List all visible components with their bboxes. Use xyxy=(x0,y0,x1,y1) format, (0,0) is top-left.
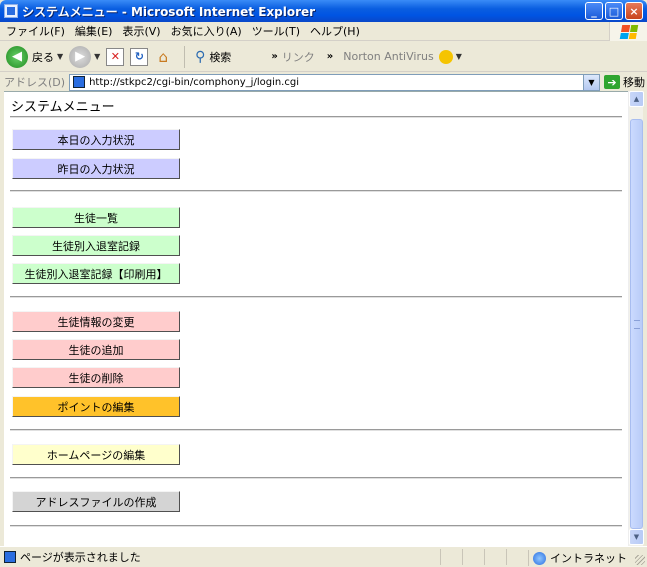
window-title: システムメニュー - Microsoft Internet Explorer xyxy=(22,4,316,19)
intranet-globe-icon xyxy=(533,551,546,565)
today-entry-button[interactable]: 本日の入力状況 xyxy=(12,129,180,150)
change-student-info-button[interactable]: 生徒情報の変更 xyxy=(12,311,180,332)
edit-homepage-button[interactable]: ホームページの編集 xyxy=(12,444,180,465)
address-input[interactable]: http://stkpc2/cgi-bin/comphony_j/login.c… xyxy=(69,73,600,91)
toolbar-more-button[interactable]: » xyxy=(271,51,277,62)
links-label[interactable]: リンク xyxy=(282,49,315,65)
stop-icon: ✕ xyxy=(106,47,125,66)
page-icon xyxy=(73,76,86,88)
delete-student-button[interactable]: 生徒の削除 xyxy=(12,367,180,388)
status-panel xyxy=(506,549,526,565)
address-label: アドレス(D) xyxy=(4,76,66,89)
student-list-button[interactable]: 生徒一覧 xyxy=(12,207,180,228)
page-title: システムメニュー xyxy=(11,100,115,115)
chevron-down-icon[interactable]: ▼ xyxy=(456,52,462,61)
address-url[interactable]: http://stkpc2/cgi-bin/comphony_j/login.c… xyxy=(89,77,299,88)
status-text: ページが表示されました xyxy=(20,551,141,564)
menu-help[interactable]: ヘルプ(H) xyxy=(310,23,360,39)
student-attendance-print-button[interactable]: 生徒別入退室記録【印刷用】 xyxy=(12,263,180,284)
toolbar: ◀ 戻る ▼ ▶ ▼ ✕ ↻ ⌂ ⚲ 検索 » リンク » Norton Ant… xyxy=(0,42,647,72)
menu-bar: ファイル(F) 編集(E) 表示(V) お気に入り(A) ツール(T) ヘルプ(… xyxy=(0,22,647,41)
security-zone[interactable]: イントラネット xyxy=(528,550,627,566)
add-student-button[interactable]: 生徒の追加 xyxy=(12,339,180,360)
window-controls: _ □ × xyxy=(585,2,643,20)
forward-arrow-icon: ▶ xyxy=(69,45,92,68)
menu-tools[interactable]: ツール(T) xyxy=(252,23,300,39)
divider xyxy=(10,429,622,431)
go-button[interactable]: ➔ 移動 xyxy=(604,74,645,90)
status-panel xyxy=(440,549,460,565)
menu-edit[interactable]: 編集(E) xyxy=(75,23,113,39)
status-panels xyxy=(440,549,526,565)
address-dropdown-chevron-down-icon[interactable]: ▼ xyxy=(583,74,599,90)
status-panel xyxy=(484,549,504,565)
search-icon: ⚲ xyxy=(195,48,206,65)
page-content: システムメニュー 本日の入力状況 昨日の入力状況 生徒一覧 生徒別入退室記録 生… xyxy=(4,91,628,546)
refresh-button[interactable]: ↻ xyxy=(130,47,149,66)
resize-grip-icon[interactable] xyxy=(635,555,645,565)
home-button[interactable]: ⌂ xyxy=(154,48,172,66)
page-icon xyxy=(4,551,16,563)
search-button[interactable]: ⚲ 検索 xyxy=(191,48,231,66)
forward-button[interactable]: ▶ ▼ xyxy=(69,45,100,68)
back-label: 戻る xyxy=(32,50,54,64)
scroll-up-icon[interactable]: ▲ xyxy=(629,91,644,107)
links-more-button[interactable]: » xyxy=(327,51,333,62)
refresh-icon: ↻ xyxy=(130,47,149,66)
status-bar: ページが表示されました イントラネット xyxy=(0,546,647,567)
norton-icon xyxy=(438,49,453,64)
chevron-down-icon[interactable]: ▼ xyxy=(57,52,63,61)
address-bar: アドレス(D) http://stkpc2/cgi-bin/comphony_j… xyxy=(0,73,647,91)
ie-app-icon[interactable] xyxy=(4,4,18,18)
close-button[interactable]: × xyxy=(625,2,643,20)
vertical-scrollbar[interactable]: ▲ ▼ xyxy=(628,91,644,546)
go-arrow-icon: ➔ xyxy=(604,75,620,89)
divider xyxy=(10,116,622,118)
yesterday-entry-button[interactable]: 昨日の入力状況 xyxy=(12,158,180,179)
stop-button[interactable]: ✕ xyxy=(106,47,125,66)
home-icon: ⌂ xyxy=(158,47,169,66)
create-address-file-button[interactable]: アドレスファイルの作成 xyxy=(12,491,180,512)
divider xyxy=(10,190,622,192)
minimize-button[interactable]: _ xyxy=(585,2,603,20)
divider xyxy=(10,525,622,527)
toolbar-separator xyxy=(184,45,186,68)
zone-label: イントラネット xyxy=(550,552,627,565)
windows-logo-icon xyxy=(609,22,647,41)
scrollbar-thumb[interactable] xyxy=(630,119,643,529)
status-panel xyxy=(462,549,482,565)
student-attendance-button[interactable]: 生徒別入退室記録 xyxy=(12,235,180,256)
edit-points-button[interactable]: ポイントの編集 xyxy=(12,396,180,417)
title-bar[interactable]: システムメニュー - Microsoft Internet Explorer _… xyxy=(0,0,647,22)
back-arrow-icon: ◀ xyxy=(6,45,28,68)
back-button[interactable]: ◀ 戻る ▼ xyxy=(6,45,63,68)
menu-file[interactable]: ファイル(F) xyxy=(6,23,65,39)
search-label: 検索 xyxy=(209,50,232,64)
maximize-button[interactable]: □ xyxy=(605,2,623,20)
menu-favorites[interactable]: お気に入り(A) xyxy=(171,23,242,39)
scroll-down-icon[interactable]: ▼ xyxy=(629,529,644,545)
norton-label: Norton AntiVirus xyxy=(343,50,434,63)
go-label: 移動 xyxy=(623,76,645,89)
norton-antivirus-button[interactable]: Norton AntiVirus ▼ xyxy=(343,49,462,64)
divider xyxy=(10,477,622,479)
menu-view[interactable]: 表示(V) xyxy=(122,23,160,39)
divider xyxy=(10,296,622,298)
chevron-down-icon[interactable]: ▼ xyxy=(94,52,100,61)
